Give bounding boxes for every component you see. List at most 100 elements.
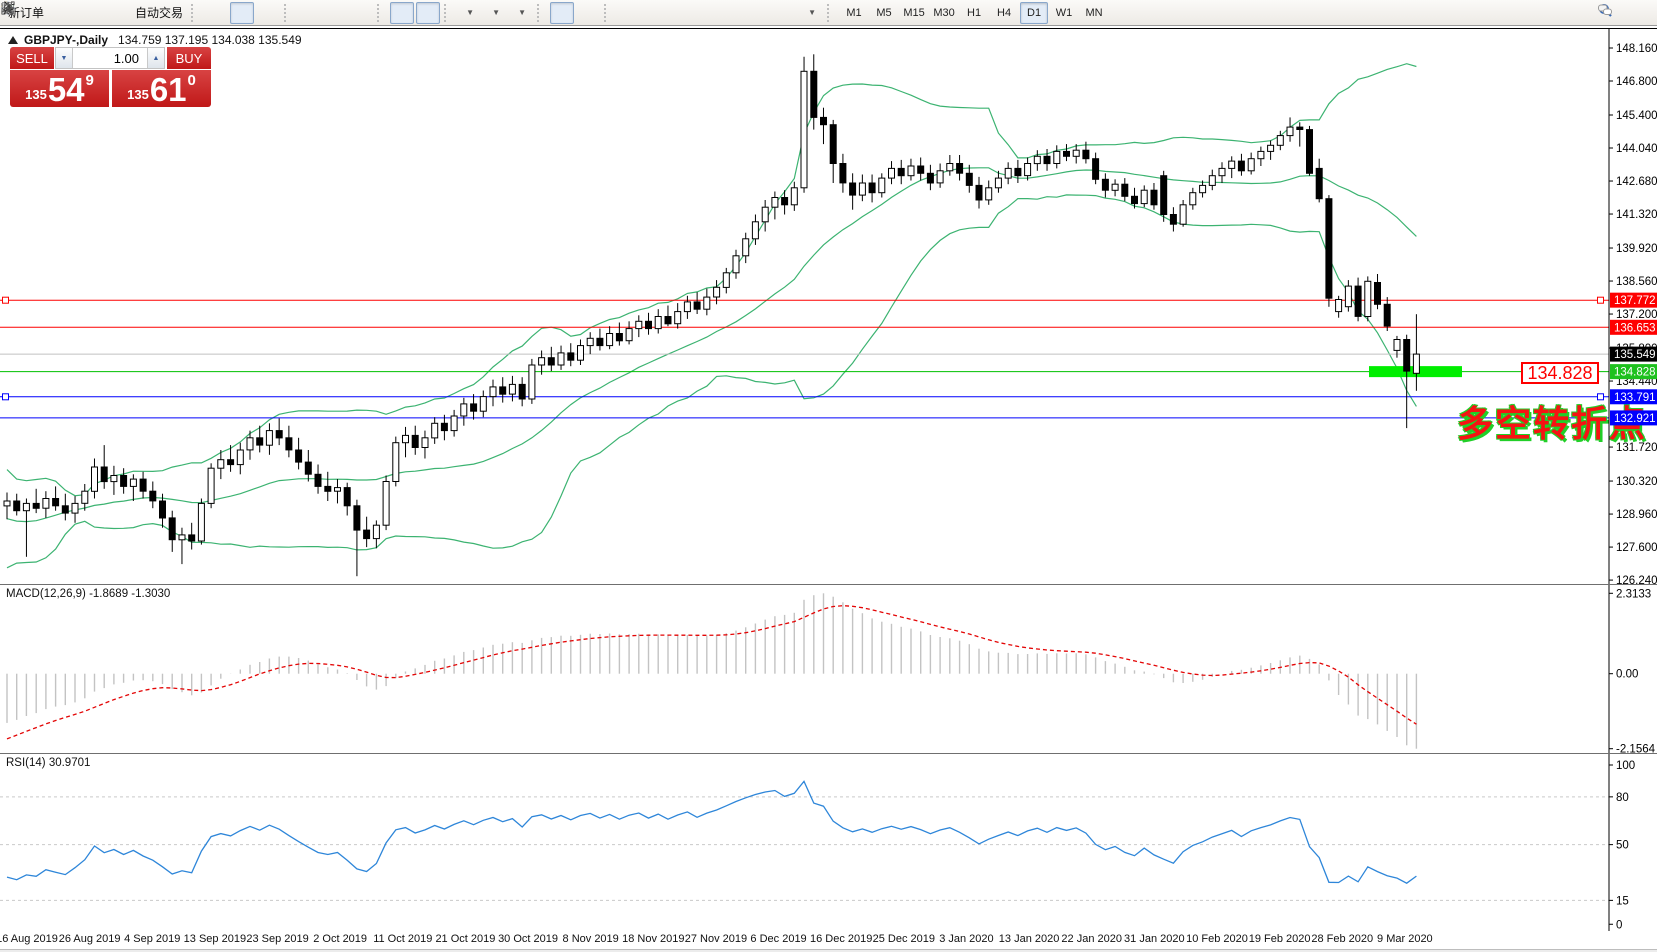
date-label: 9 Mar 2020 [1377, 933, 1433, 945]
label-button[interactable]: T [773, 2, 797, 24]
candle [189, 523, 195, 550]
trendline-button[interactable] [669, 2, 693, 24]
price-badge: 133.791 [1610, 389, 1657, 404]
timeframe-m30-button[interactable]: M30 [930, 2, 958, 24]
candle [490, 380, 496, 407]
timeframe-m1-button[interactable]: M1 [840, 2, 868, 24]
community-chat-button[interactable] [1624, 2, 1648, 24]
main-chart-canvas[interactable]: 多空转折点多空转折点多空转折点多空转折点多空转折点148.160146.8001… [0, 29, 1657, 584]
svg-text:132.921: 132.921 [1614, 413, 1656, 425]
line-handle[interactable] [3, 297, 9, 303]
date-label: 6 Dec 2019 [750, 933, 806, 945]
line-handle[interactable] [1598, 297, 1604, 303]
zoom-out-button[interactable] [323, 2, 347, 24]
timeframe-w1-button[interactable]: W1 [1050, 2, 1078, 24]
candle [1307, 126, 1313, 176]
toolbar-separator [604, 4, 613, 22]
auto-scroll-button[interactable] [390, 2, 414, 24]
volume-value[interactable]: 1.00 [73, 48, 147, 68]
tile-windows-button[interactable] [349, 2, 373, 24]
candle [1005, 162, 1011, 184]
sell-price-display[interactable]: 135 54 9 [10, 70, 109, 107]
chart-window[interactable]: 多空转折点多空转折点多空转折点多空转折点多空转折点148.160146.8001… [0, 28, 1657, 584]
candle [432, 417, 438, 444]
hline-button[interactable] [643, 2, 667, 24]
channel-button[interactable]: E [695, 2, 719, 24]
fibonacci-button[interactable]: F [721, 2, 745, 24]
text-button[interactable]: A [747, 2, 771, 24]
shapes-dropdown[interactable]: ▼ [799, 2, 823, 24]
candle [383, 476, 389, 531]
volume-increase-button[interactable]: ▲ [147, 48, 164, 68]
new-order-dropdown[interactable]: ▼ [457, 2, 481, 24]
candle [840, 154, 846, 193]
candle [1326, 195, 1332, 307]
macd-panel[interactable]: 2.31330.00-2.1564 MACD(12,26,9) -1.8689 … [0, 584, 1657, 753]
candle [578, 340, 584, 366]
sell-price-prefix: 135 [25, 87, 47, 102]
timeframe-h1-button[interactable]: H1 [960, 2, 988, 24]
chart-shift-button[interactable] [416, 2, 440, 24]
price-callout-label[interactable]: 134.828 [1521, 362, 1599, 384]
price-badge: 132.921 [1610, 410, 1657, 425]
price-tick-label: 145.400 [1616, 110, 1657, 122]
bar-chart-button[interactable] [204, 2, 228, 24]
macd-canvas[interactable]: 2.31330.00-2.1564 [0, 585, 1657, 753]
buy-button[interactable]: BUY [167, 47, 211, 69]
volume-decrease-button[interactable]: ▼ [56, 48, 73, 68]
rsi-canvas[interactable]: 1008050150 [0, 754, 1657, 931]
line-handle[interactable] [3, 394, 9, 400]
candle [519, 377, 525, 406]
candle [1180, 200, 1186, 227]
vline-button[interactable] [617, 2, 641, 24]
signals-button[interactable] [102, 2, 126, 24]
chart-title-bar: GBPJPY-,Daily 134.759 137.195 134.038 13… [8, 33, 302, 47]
candle [1122, 178, 1128, 201]
rsi-scale-label: 100 [1616, 760, 1635, 772]
candle [927, 165, 933, 190]
line-chart-button[interactable] [256, 2, 280, 24]
crosshair-button[interactable] [576, 2, 600, 24]
candle [898, 160, 904, 184]
toolbar-separator [191, 4, 200, 22]
price-tick-label: 138.560 [1616, 276, 1657, 288]
timeframe-h4-button[interactable]: H4 [990, 2, 1018, 24]
candle [791, 182, 797, 211]
candle [121, 468, 127, 494]
candle [646, 313, 652, 335]
candle [1141, 185, 1147, 207]
timeframe-d1-button[interactable]: D1 [1020, 2, 1048, 24]
candle [198, 499, 204, 545]
chart-window-button[interactable] [76, 2, 100, 24]
timeframe-mn-button[interactable]: MN [1080, 2, 1108, 24]
autotrade-button[interactable]: 自动交易 [128, 2, 187, 24]
market-watch-button[interactable] [50, 2, 74, 24]
rsi-panel[interactable]: 1008050150 RSI(14) 30.9701 [0, 753, 1657, 932]
sell-button[interactable]: SELL [10, 47, 54, 69]
price-tick-label: 131.720 [1616, 442, 1657, 454]
candle [403, 427, 409, 457]
indicators-dropdown[interactable]: ▼ [509, 2, 533, 24]
candle [636, 315, 642, 337]
candle [548, 347, 554, 371]
collapse-panel-icon[interactable] [8, 36, 18, 44]
zoom-in-button[interactable] [297, 2, 321, 24]
rsi-scale-label: 50 [1616, 840, 1629, 852]
cursor-button[interactable] [550, 2, 574, 24]
timeframe-m15-button[interactable]: M15 [900, 2, 928, 24]
candle [62, 494, 68, 521]
macd-scale-label: 0.00 [1616, 669, 1638, 681]
price-tick-label: 128.960 [1616, 509, 1657, 521]
candlestick-button[interactable] [230, 2, 254, 24]
candle [1248, 153, 1254, 175]
chevron-down-icon: ▼ [492, 8, 500, 17]
sell-price-point: 9 [86, 72, 94, 89]
candle [364, 517, 370, 547]
buy-price-display[interactable]: 135 61 0 [112, 70, 211, 107]
period-dropdown[interactable]: ▼ [483, 2, 507, 24]
candle [461, 398, 467, 426]
line-handle[interactable] [1598, 394, 1604, 400]
shapes-icon [0, 0, 16, 16]
macd-scale-label: 2.3133 [1616, 588, 1651, 600]
timeframe-m5-button[interactable]: M5 [870, 2, 898, 24]
